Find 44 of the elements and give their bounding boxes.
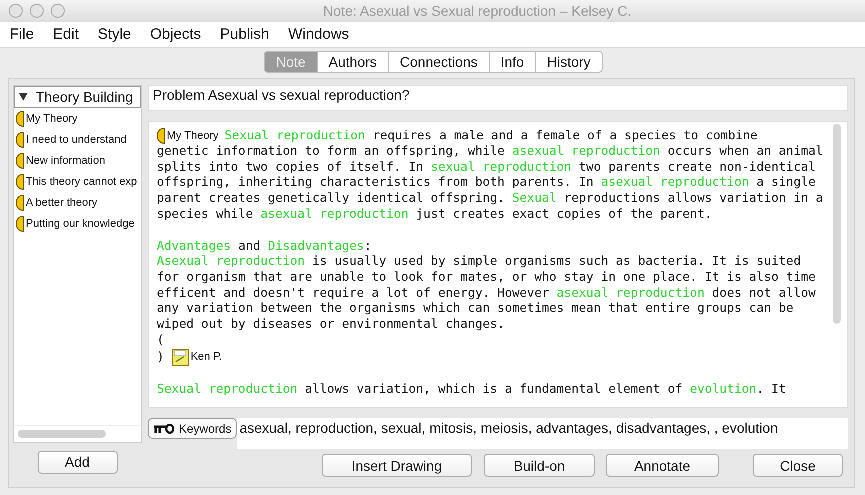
window-control-icon[interactable] — [51, 4, 65, 18]
tab[interactable]: Connections — [389, 51, 490, 73]
theory-icon — [16, 195, 24, 211]
window-control-icon[interactable] — [30, 4, 44, 18]
add-button[interactable]: Add — [38, 450, 118, 474]
paragraph: My Theory Sexual reproduction requires a male and a female of a species to combine genetic information to form an offspring, while asexual reproduction occurs when an animal splits into two copies of itself. In sexual reproduction two parents create non-identical offspring, inheriting characteristics from both parents. In asexual reproduction a single parent creates genetically identical offspring. Sexual reproductions allows variation in a species while asexual reproduction just creates exact copies of the parent. — [157, 128, 823, 223]
key-icon — [153, 424, 175, 434]
sidebar-item[interactable]: A better theory — [26, 197, 98, 209]
menu-item[interactable]: Style — [98, 26, 132, 43]
action-button[interactable]: Annotate — [606, 454, 719, 477]
sidebar-item[interactable]: I need to understand — [26, 134, 127, 146]
tab[interactable]: Authors — [318, 51, 390, 73]
scrollbar-thumb[interactable] — [18, 430, 106, 438]
sidebar-item[interactable]: This theory cannot exp — [26, 176, 138, 188]
theory-icon — [16, 111, 24, 127]
sidebar-item[interactable]: Putting our knowledge — [26, 218, 135, 230]
menu-item[interactable]: Publish — [220, 26, 270, 43]
scrollbar-thumb[interactable] — [833, 124, 841, 324]
disclosure-triangle-icon — [19, 93, 28, 101]
note-icon — [172, 348, 189, 366]
menu-item[interactable]: Windows — [288, 26, 350, 43]
window-control-icon[interactable] — [9, 4, 23, 18]
action-button[interactable]: Insert Drawing — [322, 454, 472, 477]
theory-icon — [16, 174, 24, 190]
paragraph: Advantages and Disadvantages: Asexual reproduction is usually used by simple organisms such as bacteria. It is suited for organism that are unable to look for mates, or who stay in one place. It is also time efficent and doesn't require a lot of energy. However asexual reproduction does not allow any variation between the organisms which can sometimes mean that entire groups can be wiped out by diseases or environmental changes. ( ) Ken P. — [157, 238, 817, 366]
menu-item[interactable]: Objects — [150, 26, 202, 43]
theory-icon — [16, 153, 24, 169]
action-button[interactable]: Close — [753, 454, 843, 477]
tree-header[interactable]: Theory Building — [14, 86, 141, 108]
window-title: Note: Asexual vs Sexual reproduction – Kelsey C. — [322, 3, 633, 19]
menu-item[interactable]: Edit — [53, 26, 80, 43]
theory-icon — [157, 128, 165, 144]
note-title-field[interactable]: Problem Asexual vs sexual reproduction? — [148, 85, 848, 111]
paragraph: Sexual reproduction allows variation, which is a fundamental element of evolution. It — [157, 382, 788, 398]
sidebar-item[interactable]: My Theory — [26, 113, 78, 125]
tab[interactable]: Info — [490, 51, 536, 73]
action-button[interactable]: Build-on — [484, 454, 595, 477]
keywords-field[interactable]: asexual, reproduction, sexual, mitosis, meiosis, advantages, disadvantages, , evolution — [236, 418, 848, 449]
theory-icon — [16, 216, 24, 232]
theory-icon — [16, 132, 24, 148]
sidebar-item[interactable]: New information — [26, 155, 106, 167]
menu-item[interactable]: File — [10, 26, 34, 43]
keywords-button[interactable]: Keywords — [148, 418, 237, 439]
tab[interactable]: History — [536, 51, 603, 73]
